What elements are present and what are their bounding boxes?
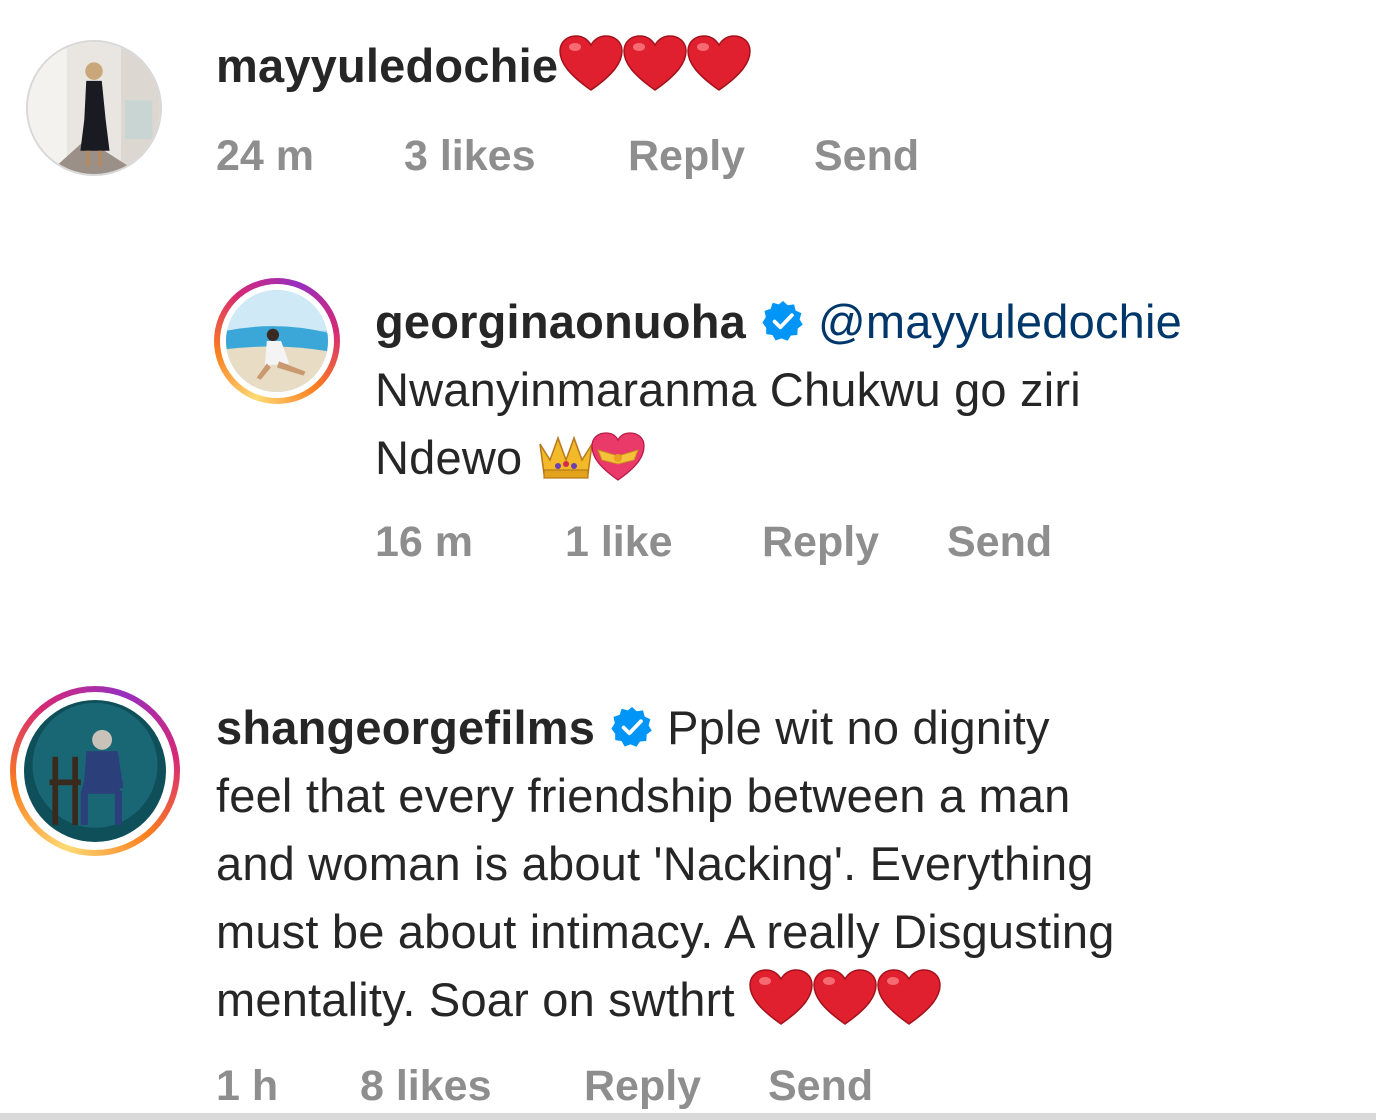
comment-text: georginaonuoha @mayyuledochie Nwanyinmara… — [375, 288, 1182, 492]
username[interactable]: mayyuledochie — [216, 39, 558, 92]
comment-text: mayyuledochie — [216, 32, 750, 100]
send-button[interactable]: Send — [947, 518, 1052, 567]
profile-photo-icon — [24, 700, 166, 842]
mention-link[interactable]: @mayyuledochie — [818, 295, 1182, 348]
red-heart-icon — [748, 968, 814, 1026]
username[interactable]: shangeorgefilms — [216, 701, 595, 754]
comment-body-line: Nwanyinmaranma Chukwu go ziri — [375, 363, 1081, 416]
comment-body-line: Pple wit no dignity — [667, 701, 1050, 754]
divider — [0, 1113, 1376, 1120]
avatar[interactable] — [26, 40, 162, 176]
comment-body-line: must be about intimacy. A really Disgust… — [216, 905, 1115, 958]
red-heart-icon — [558, 34, 624, 92]
comment-meta: 24 m 3 likes Reply Send — [216, 132, 1016, 184]
comment-body-line: feel that every friendship between a man — [216, 769, 1071, 822]
profile-photo-icon — [28, 42, 160, 174]
reply-button[interactable]: Reply — [762, 518, 879, 567]
timestamp: 1 h — [216, 1062, 279, 1110]
likes-count[interactable]: 3 likes — [404, 132, 536, 181]
timestamp: 24 m — [216, 132, 315, 180]
send-button[interactable]: Send — [814, 132, 919, 181]
comment-body-line: mentality. Soar on swthrt — [216, 973, 735, 1026]
reply-button[interactable]: Reply — [628, 132, 745, 181]
comment-body-line: and woman is about 'Nacking'. Everything — [216, 837, 1094, 890]
reply-button[interactable]: Reply — [584, 1062, 701, 1111]
red-heart-icon — [876, 968, 942, 1026]
avatar[interactable] — [214, 278, 340, 404]
comment-meta: 16 m 1 like Reply Send — [375, 518, 1175, 570]
comment-body-line: Ndewo — [375, 431, 523, 484]
likes-count[interactable]: 1 like — [565, 518, 673, 567]
timestamp: 16 m — [375, 518, 474, 566]
comment-meta: 1 h 8 likes Reply Send — [216, 1062, 1016, 1114]
verified-badge-icon — [611, 706, 653, 748]
crown-icon — [536, 430, 596, 482]
username[interactable]: georginaonuoha — [375, 295, 746, 348]
red-heart-icon — [686, 34, 752, 92]
comment-text: shangeorgefilms Pple wit no dignity feel … — [216, 694, 1115, 1034]
profile-photo-icon — [226, 290, 328, 392]
red-heart-icon — [622, 34, 688, 92]
likes-count[interactable]: 8 likes — [360, 1062, 492, 1111]
heart-with-ribbon-icon — [588, 430, 648, 482]
verified-badge-icon — [762, 300, 804, 342]
red-heart-icon — [812, 968, 878, 1026]
send-button[interactable]: Send — [768, 1062, 873, 1111]
avatar[interactable] — [10, 686, 180, 856]
